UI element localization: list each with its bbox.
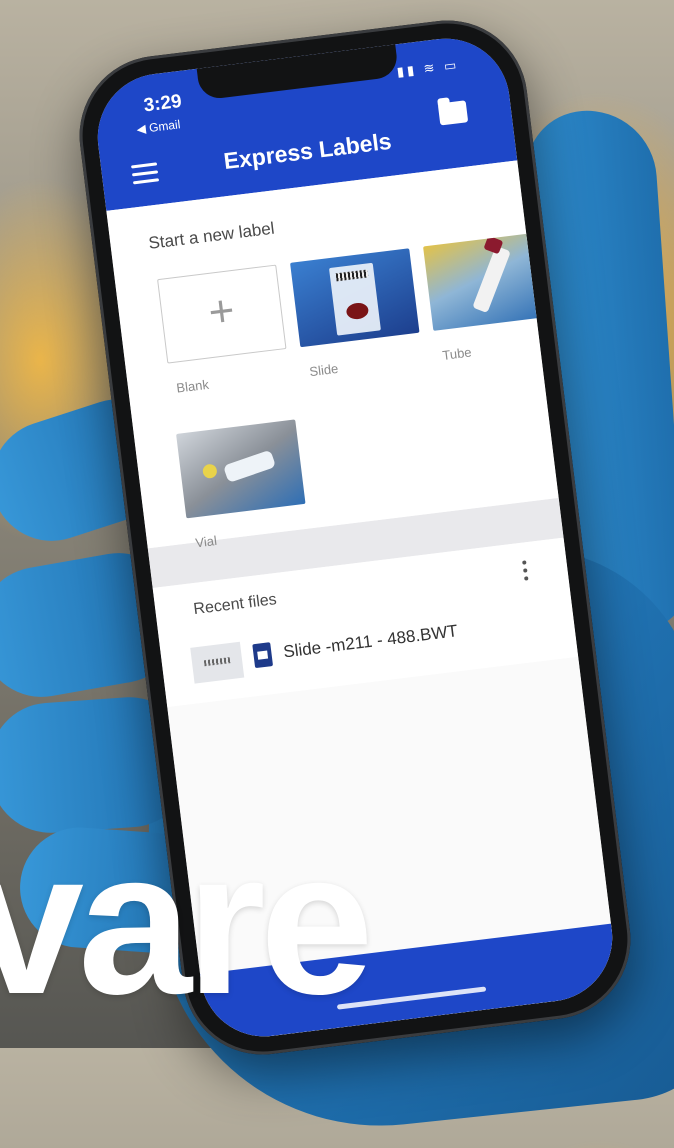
template-label: Tube [441,344,473,363]
template-label: Blank [175,376,210,396]
template-thumbnail[interactable]: + [157,264,287,364]
template-thumbnail[interactable] [423,231,553,331]
section-heading: Start a new label [147,218,276,253]
vial-cap-image [202,463,218,479]
status-time: 3:29 [142,90,183,117]
template-thumbnail[interactable] [290,248,420,348]
start-new-label-section: Start a new label + Blank Slide Tube Via… [106,160,559,551]
status-icons: ▮▮ ≋ ▭ [395,56,461,80]
more-options-icon[interactable] [522,560,531,585]
overlay-headline: vare [0,808,374,1037]
template-label: Slide [308,360,340,380]
section-heading: Recent files [192,591,278,619]
template-blank[interactable]: + Blank [157,264,290,397]
folder-icon[interactable] [437,100,469,126]
vial-image [222,449,277,483]
template-thumbnail[interactable] [176,419,306,519]
file-name: Slide -m211 - 488.BWT [282,621,459,662]
template-vial[interactable]: Vial [176,419,309,551]
back-to-app-link[interactable]: ◀ Gmail [136,117,181,136]
tube-image [472,245,511,314]
file-thumbnail [190,641,245,684]
template-slide[interactable]: Slide [290,248,423,380]
label-file-icon [252,642,274,669]
template-tube[interactable]: Tube [423,231,556,364]
plus-icon: + [205,285,238,337]
